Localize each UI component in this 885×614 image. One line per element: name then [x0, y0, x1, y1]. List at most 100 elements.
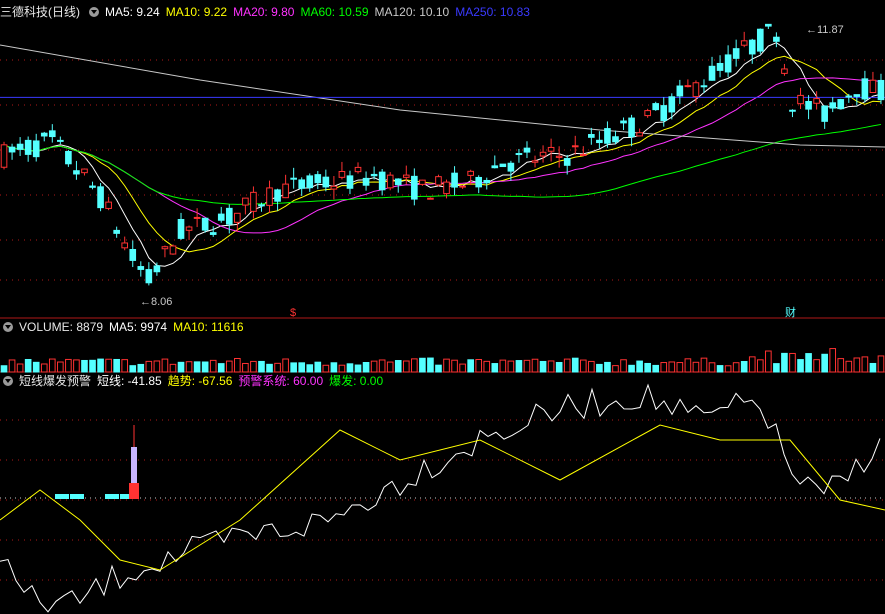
volume-bar [604, 361, 611, 373]
volume-bar [813, 359, 820, 373]
candle-up [869, 79, 877, 94]
candle-down [515, 153, 523, 156]
volume-bar [443, 358, 450, 373]
volume-bar [193, 361, 201, 373]
volume-bar [789, 352, 796, 373]
volume-bar [596, 363, 603, 373]
stock-chart[interactable]: ←11.87 ←8.06 $ 财 [0, 0, 885, 614]
volume-bar [427, 357, 434, 373]
volume-bar [330, 362, 338, 373]
ma-label-3: MA60: 10.59 [300, 5, 369, 19]
volume-bar [660, 362, 668, 373]
volume-bar [588, 360, 595, 373]
candle-up [644, 110, 651, 117]
volume-bar [57, 361, 64, 373]
volume-bar [515, 360, 523, 373]
warning-bar [70, 494, 84, 499]
ma-label-4: MA120: 10.10 [374, 5, 450, 19]
volume-bar [668, 361, 676, 373]
candle-down [805, 100, 812, 110]
volume-bar [829, 348, 837, 373]
candle-down [97, 186, 104, 209]
candle-down [274, 189, 281, 202]
candle-down [652, 103, 660, 111]
candle-up [427, 197, 434, 200]
candle-up [121, 242, 129, 249]
candle-down [668, 96, 676, 113]
candle-down [596, 139, 603, 144]
candle-down [298, 179, 306, 189]
candle-down [716, 62, 724, 71]
candle-down [378, 171, 386, 191]
volume-bar [346, 363, 354, 373]
indicator-label-2: 预警系统: 60.00 [238, 374, 324, 388]
candle-down [145, 269, 153, 284]
candle-down [217, 213, 225, 221]
candle-down [676, 85, 684, 97]
volume-bar [579, 359, 587, 373]
candle-up [234, 212, 241, 223]
candle-up [539, 151, 547, 157]
candle-up [443, 181, 450, 195]
volume-bar [724, 365, 732, 373]
alert-spike [131, 447, 137, 483]
collapse-icon[interactable] [3, 322, 13, 332]
volume-bar [8, 359, 16, 373]
candle-down [773, 36, 780, 42]
candle-down [853, 94, 861, 97]
volume-bar [32, 361, 40, 373]
candle-down [153, 265, 161, 273]
volume-bar [386, 361, 394, 373]
volume-bar [475, 359, 483, 373]
candle-up [692, 82, 700, 98]
candle-down [411, 175, 418, 200]
volume-bar [338, 364, 346, 373]
volume-bar [290, 362, 297, 373]
event-marker-s: $ [290, 307, 296, 319]
candle-up [330, 185, 338, 190]
candle-up [81, 168, 88, 174]
candle-up [467, 170, 474, 176]
candle-down [588, 134, 595, 138]
volume-ma5-label: MA5: 9974 [109, 320, 168, 334]
volume-bar [402, 360, 410, 373]
candle-down [314, 174, 322, 184]
volume-bar [732, 362, 740, 373]
candle-down [491, 165, 499, 169]
candle-down [129, 249, 137, 261]
volume-bar [234, 357, 241, 373]
candle-down [732, 48, 740, 59]
volume-bar [748, 356, 756, 373]
volume-bar [499, 359, 507, 373]
indicator-name: 短线爆发预警 [19, 374, 92, 388]
candle-down [748, 39, 756, 55]
volume-bar [24, 358, 32, 373]
candle-up [105, 201, 112, 209]
candle-down [346, 175, 354, 189]
warning-bar [55, 494, 69, 499]
candle-down [708, 65, 716, 81]
candle-down [821, 105, 828, 122]
collapse-icon[interactable] [3, 376, 13, 386]
volume-bar [861, 356, 869, 373]
volume-bar [805, 353, 812, 373]
candle-down [290, 177, 297, 180]
volume-bar [483, 360, 491, 373]
volume-bar [81, 359, 88, 373]
volume-bar [451, 359, 458, 373]
volume-bar [266, 363, 273, 373]
candle-down [620, 120, 627, 124]
volume-bar [773, 363, 780, 373]
volume-bar [507, 360, 515, 373]
collapse-icon[interactable] [89, 7, 99, 17]
candle-up [193, 216, 201, 219]
candle-down [829, 102, 837, 109]
candle-up [579, 153, 587, 156]
volume-bar [185, 361, 193, 373]
candle-up [0, 144, 8, 168]
volume-bar [620, 359, 627, 373]
candle-up [740, 40, 748, 46]
volume-bar [217, 363, 225, 373]
volume-bar [644, 362, 651, 373]
volume-bar [411, 358, 418, 373]
